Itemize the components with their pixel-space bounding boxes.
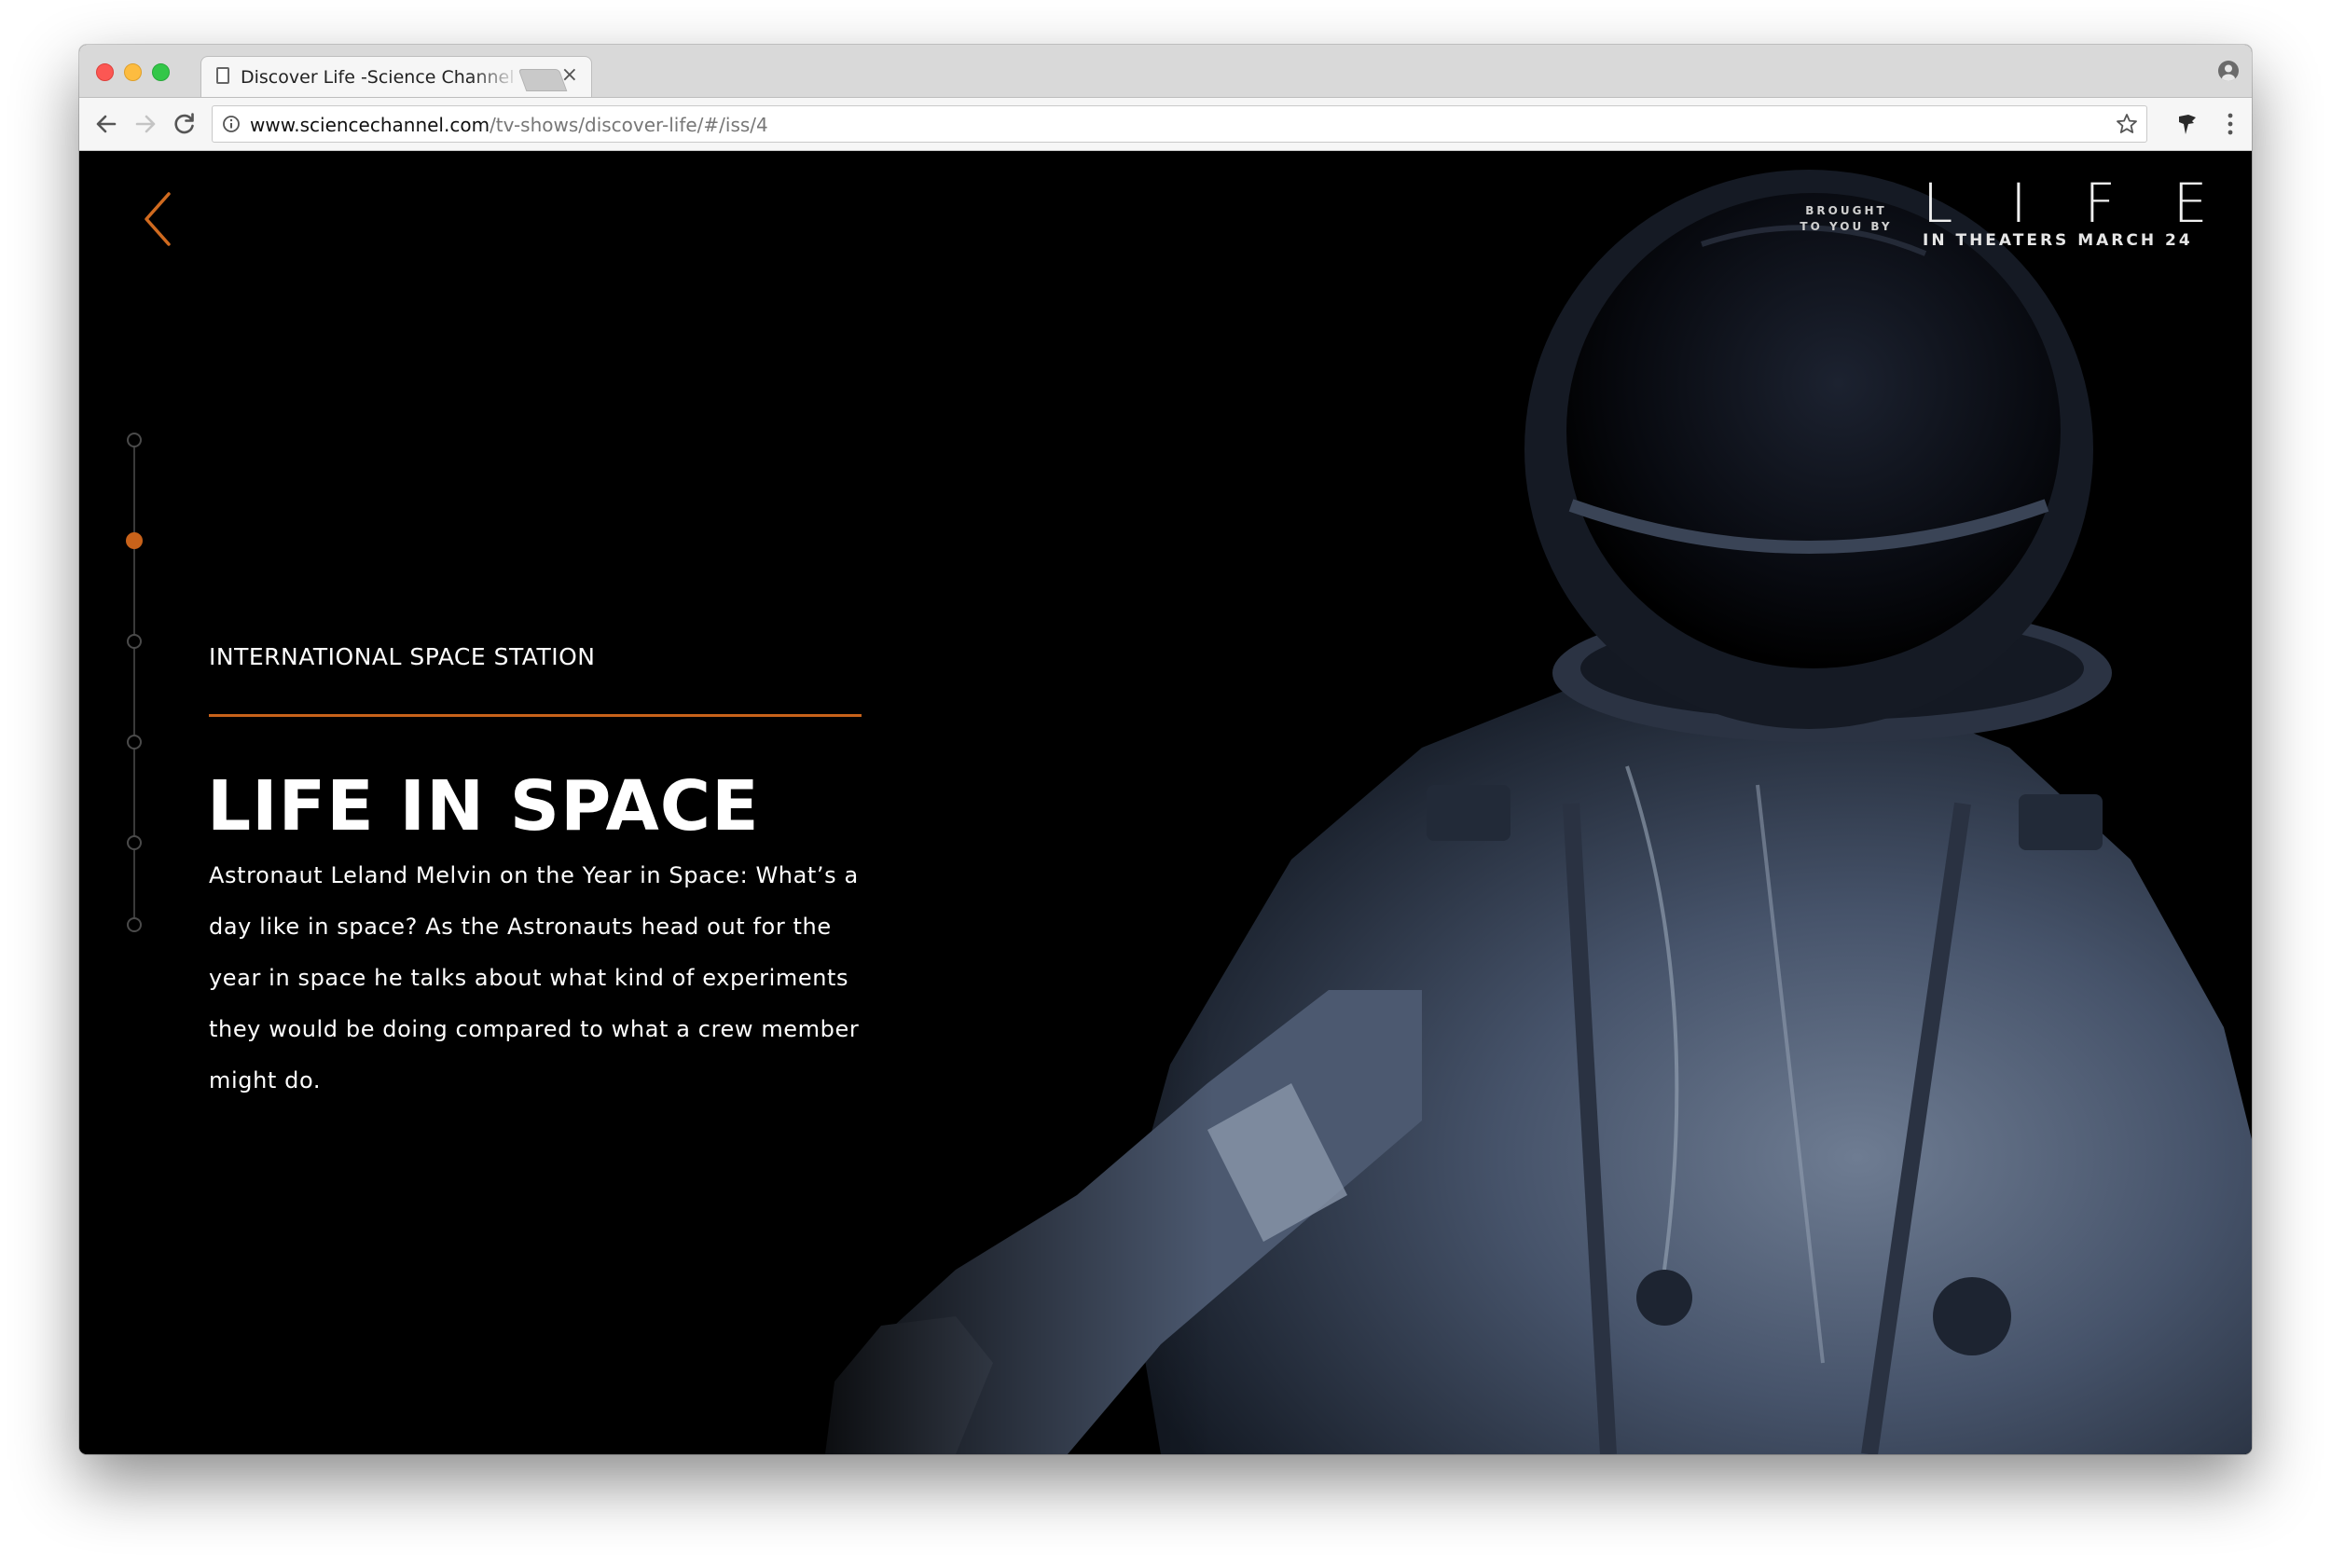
astronaut-image (769, 151, 2252, 1454)
timeline-step-6[interactable] (127, 917, 142, 932)
promo-brought-line1: BROUGHT (1805, 204, 1887, 217)
address-bar[interactable]: www.sciencechannel.com/tv-shows/discover… (212, 105, 2147, 143)
info-icon[interactable] (222, 115, 241, 133)
promo-sponsor-text: BROUGHT TO YOU BY (1795, 203, 1897, 235)
extension-icon[interactable] (2175, 112, 2200, 136)
description-text: Astronaut Leland Melvin on the Year in S… (209, 862, 860, 1093)
section-label: INTERNATIONAL SPACE STATION (209, 643, 596, 670)
reload-button[interactable] (169, 108, 200, 140)
close-window-button[interactable] (96, 63, 114, 81)
back-button[interactable] (90, 108, 122, 140)
back-chevron-icon[interactable] (135, 186, 182, 252)
movie-promo[interactable]: BROUGHT TO YOU BY LIFE IN THEATERS MARCH… (1795, 172, 2252, 259)
tab-title: Discover Life -Science Channel (241, 67, 515, 88)
timeline-step-3[interactable] (127, 634, 142, 649)
browser-toolbar: www.sciencechannel.com/tv-shows/discover… (79, 98, 2252, 151)
page-title: LIFE IN SPACE (207, 766, 760, 846)
url-host: www.sciencechannel.com (250, 114, 490, 136)
timeline-step-4[interactable] (127, 735, 142, 750)
zoom-window-button[interactable] (152, 63, 170, 81)
section-underline (209, 714, 862, 717)
profile-icon[interactable] (2218, 61, 2239, 81)
kebab-menu-icon[interactable] (2228, 113, 2233, 135)
browser-window: Discover Life -Science Channel × www.sci… (79, 45, 2252, 1454)
url-path: /tv-shows/discover-life/#/iss/4 (490, 114, 768, 136)
reload-icon (174, 113, 194, 134)
arrow-right-icon (135, 115, 156, 133)
timeline-nav (126, 433, 143, 932)
page-content: INTERNATIONAL SPACE STATION LIFE IN SPAC… (79, 151, 2252, 1454)
tab-strip: Discover Life -Science Channel × (79, 45, 2252, 98)
timeline-step-5[interactable] (127, 835, 142, 850)
star-icon[interactable] (2115, 112, 2139, 136)
forward-button[interactable] (130, 108, 161, 140)
new-tab-button[interactable] (517, 69, 568, 91)
url-text[interactable]: www.sciencechannel.com/tv-shows/discover… (250, 114, 768, 136)
page-icon (216, 67, 229, 84)
minimize-window-button[interactable] (124, 63, 142, 81)
promo-title: LIFE (1923, 172, 2252, 235)
arrow-left-icon (96, 115, 117, 133)
timeline-step-1[interactable] (127, 433, 142, 447)
promo-brought-line2: TO YOU BY (1800, 220, 1893, 233)
promo-date: IN THEATERS MARCH 24 (1923, 231, 2193, 250)
timeline-step-2[interactable] (126, 532, 143, 549)
